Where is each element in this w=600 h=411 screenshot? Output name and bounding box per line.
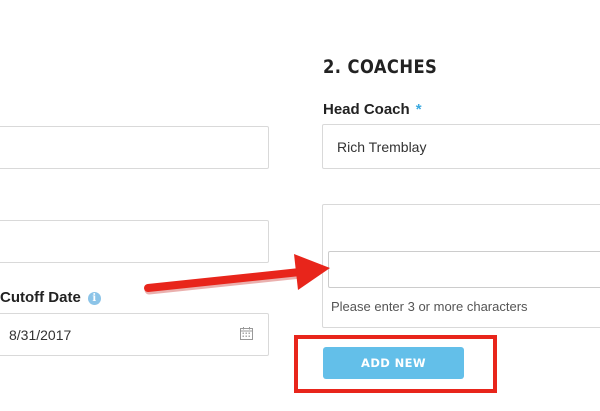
annotation-arrow [144, 254, 330, 295]
